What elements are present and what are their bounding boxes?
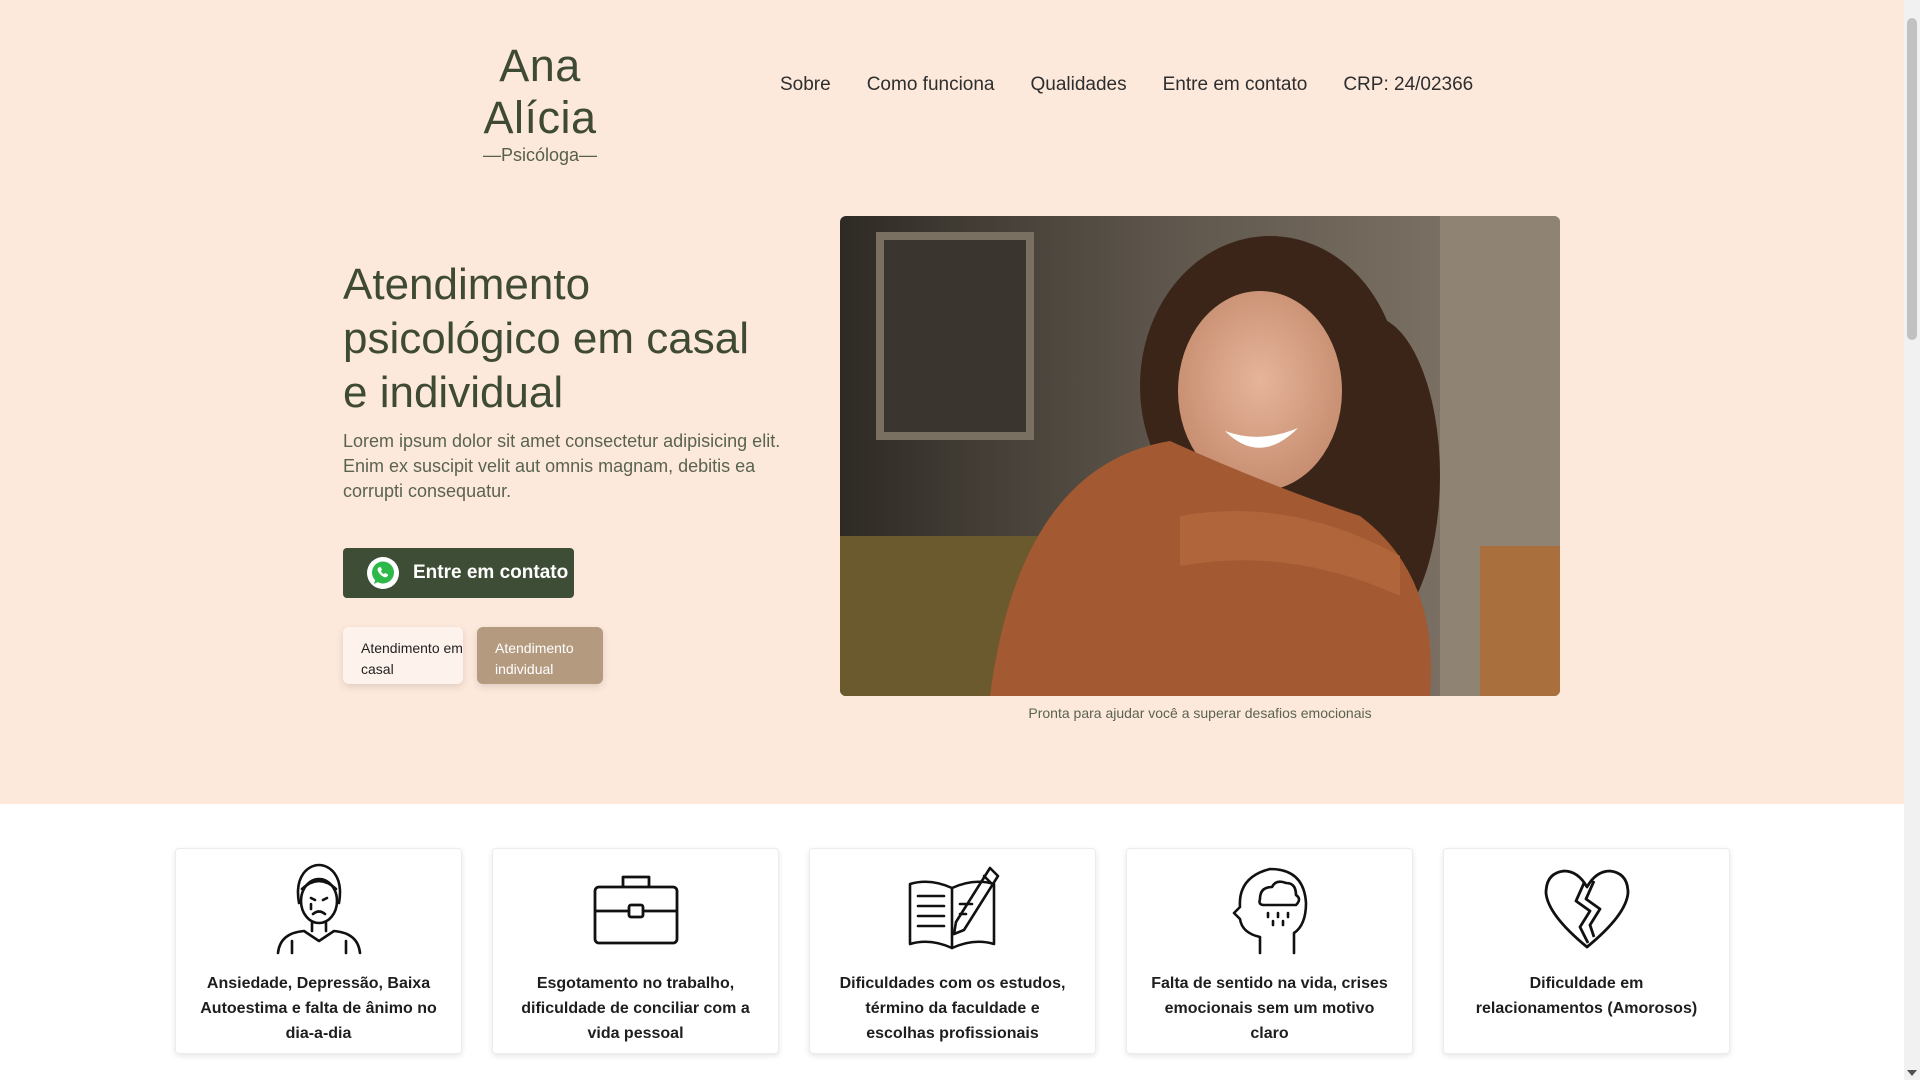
topic-card-text: Dificuldade em relacionamentos (Amorosos… xyxy=(1475,975,1698,1017)
logo-name: Ana Alícia xyxy=(483,40,597,143)
nav-link-contato[interactable]: Entre em contato xyxy=(1163,74,1308,96)
topic-card-text: Dificuldades com os estudos, término da … xyxy=(839,975,1066,1042)
topic-card: Falta de sentido na vida, crises emocion… xyxy=(1126,848,1413,1054)
broken-heart-icon xyxy=(1444,861,1729,957)
topic-card: Esgotamento no trabalho, dificuldade de … xyxy=(492,848,779,1054)
contact-whatsapp-button[interactable]: Entre em contato xyxy=(343,548,574,598)
option-atendimento-individual[interactable]: Atendimento individual xyxy=(477,627,603,684)
topic-card-text: Falta de sentido na vida, crises emocion… xyxy=(1151,975,1388,1042)
main-nav: Sobre Como funciona Qualidades Entre em … xyxy=(780,74,1473,96)
option-atendimento-casal[interactable]: Atendimento em casal xyxy=(343,627,463,684)
topic-card: Dificuldade em relacionamentos (Amorosos… xyxy=(1443,848,1730,1054)
hero-lead-text: Lorem ipsum dolor sit amet consectetur a… xyxy=(343,431,781,501)
photo-caption: Pronta para ajudar você a superar desafi… xyxy=(1028,705,1372,721)
topic-card: Dificuldades com os estudos, término da … xyxy=(809,848,1096,1054)
topic-card-text: Esgotamento no trabalho, dificuldade de … xyxy=(521,975,750,1042)
nav-link-como-funciona[interactable]: Como funciona xyxy=(867,74,995,96)
page-scrollbar[interactable] xyxy=(1904,0,1920,1080)
logo-subtitle: —Psicóloga— xyxy=(482,145,598,165)
nav-link-sobre[interactable]: Sobre xyxy=(780,74,831,96)
topics-card-list: Ansiedade, Depressão, Baixa Autoestima e… xyxy=(175,848,1730,1054)
hero-photo xyxy=(840,216,1560,696)
briefcase-icon xyxy=(493,861,778,957)
nav-link-crp[interactable]: CRP: 24/02366 xyxy=(1343,74,1473,96)
site-logo[interactable]: Ana Alícia —Psicóloga— xyxy=(440,40,640,166)
scroll-down-arrow-icon[interactable] xyxy=(1907,1070,1917,1076)
nav-link-qualidades[interactable]: Qualidades xyxy=(1031,74,1127,96)
sad-woman-icon xyxy=(176,861,461,957)
whatsapp-icon xyxy=(367,557,399,589)
open-book-pencil-icon xyxy=(810,861,1095,957)
hero-headline: Atendimento psicológico em casal e indiv… xyxy=(343,260,749,417)
contact-button-label: Entre em contato xyxy=(413,562,569,583)
topic-card-text: Ansiedade, Depressão, Baixa Autoestima e… xyxy=(200,975,437,1042)
scrollbar-thumb[interactable] xyxy=(1907,18,1917,340)
hero-section: Ana Alícia —Psicóloga— Sobre Como funcio… xyxy=(0,0,1904,804)
topic-card: Ansiedade, Depressão, Baixa Autoestima e… xyxy=(175,848,462,1054)
head-raincloud-icon xyxy=(1127,861,1412,957)
